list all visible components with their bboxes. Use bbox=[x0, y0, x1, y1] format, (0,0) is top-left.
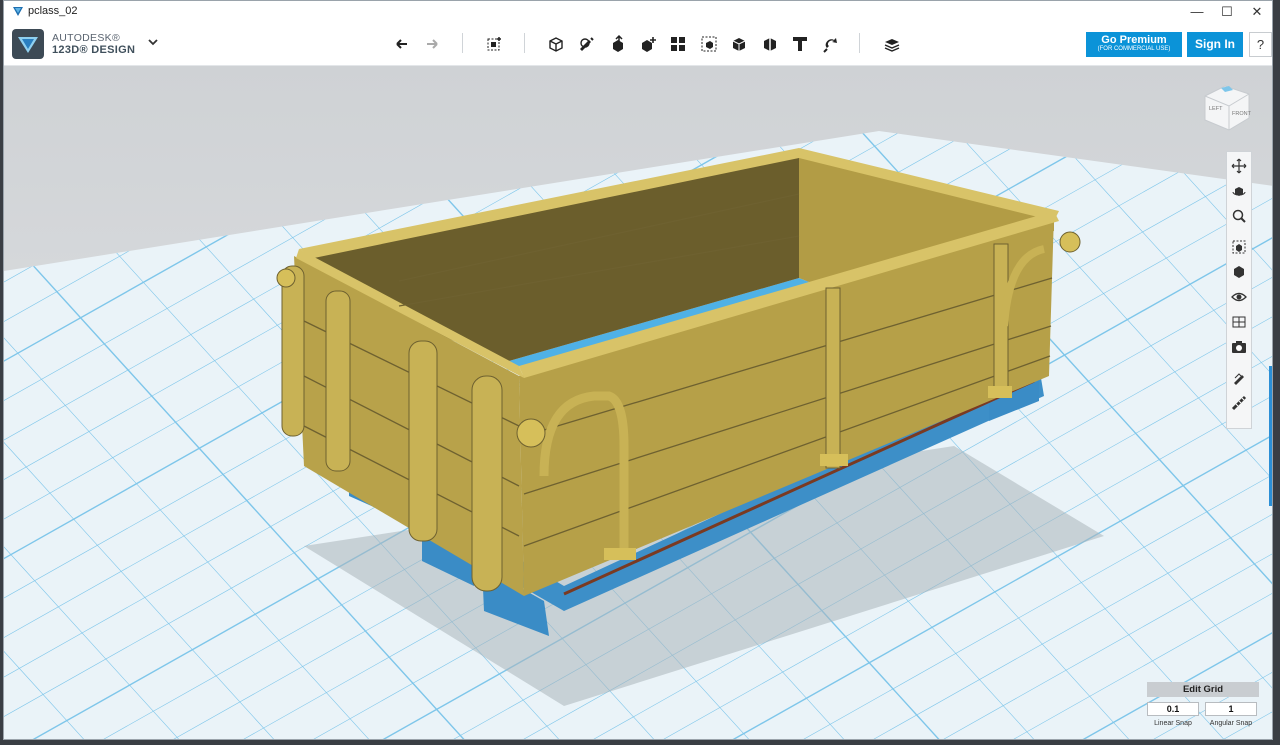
screenshot-button[interactable] bbox=[1230, 338, 1248, 356]
material-icon bbox=[884, 39, 900, 52]
brand-line-1: AUTODESK® bbox=[52, 32, 121, 44]
modify-icon bbox=[642, 37, 656, 52]
primitives-button[interactable] bbox=[544, 32, 568, 56]
undo-button[interactable] bbox=[390, 32, 414, 56]
sketch-button[interactable] bbox=[575, 32, 599, 56]
undo-icon bbox=[396, 39, 407, 49]
viewport-scrollbar[interactable] bbox=[1269, 366, 1272, 506]
linear-snap-label: Linear Snap bbox=[1154, 720, 1192, 727]
angular-snap-input[interactable]: 1 bbox=[1205, 702, 1257, 716]
main-toolbar: AUTODESK® 123D® DESIGN Go Premium (FOR C… bbox=[4, 23, 1272, 66]
fit-icon bbox=[1232, 240, 1246, 254]
grouping-icon bbox=[701, 36, 717, 52]
perspective-icon bbox=[1234, 266, 1244, 278]
transform-icon bbox=[487, 37, 501, 51]
pan-button[interactable] bbox=[1230, 157, 1248, 175]
sign-in-button[interactable]: Sign In bbox=[1187, 32, 1243, 57]
snap-button[interactable] bbox=[819, 32, 843, 56]
sketch-icon bbox=[580, 37, 594, 51]
toolbar-separator bbox=[524, 33, 525, 53]
title-bar: pclass_02 — ☐ ✕ bbox=[4, 1, 1272, 23]
camera-icon bbox=[1232, 341, 1246, 353]
app-icon bbox=[13, 7, 23, 16]
navigation-bar bbox=[1226, 151, 1252, 429]
transform-button[interactable] bbox=[482, 32, 506, 56]
primitives-icon bbox=[549, 37, 563, 52]
viewcube-front-label: FRONT bbox=[1232, 111, 1252, 117]
buffer-knob bbox=[516, 418, 546, 448]
edit-grid-button[interactable]: Edit Grid bbox=[1147, 682, 1259, 697]
brand-line-2: 123D® DESIGN bbox=[52, 44, 136, 56]
construct-button[interactable] bbox=[606, 32, 630, 56]
scene-canvas bbox=[4, 66, 1272, 739]
viewcube[interactable]: LEFT FRONT bbox=[1199, 78, 1255, 134]
viewcube-left-label: LEFT bbox=[1209, 106, 1223, 112]
zoom-icon bbox=[1232, 209, 1246, 223]
toolbar-separator bbox=[462, 33, 463, 53]
pan-icon bbox=[1231, 158, 1247, 174]
go-premium-button[interactable]: Go Premium (FOR COMMERCIAL USE) bbox=[1086, 32, 1182, 57]
help-button[interactable]: ? bbox=[1249, 32, 1272, 57]
buffer-knob bbox=[1059, 231, 1081, 253]
materials-button[interactable] bbox=[1230, 313, 1248, 331]
zoom-button[interactable] bbox=[1230, 207, 1248, 225]
minimize-button[interactable]: — bbox=[1182, 2, 1212, 22]
maximize-button[interactable]: ☐ bbox=[1212, 2, 1242, 22]
chevron-down-icon[interactable] bbox=[146, 35, 160, 49]
visibility-icon bbox=[1231, 292, 1247, 302]
combine-icon bbox=[732, 38, 746, 51]
buffer-knob bbox=[276, 268, 296, 288]
edit-grid-panel: Edit Grid 0.1 1 Linear Snap Angular Snap bbox=[1147, 682, 1259, 738]
go-premium-sublabel: (FOR COMMERCIAL USE) bbox=[1097, 46, 1171, 52]
redo-button[interactable] bbox=[420, 32, 444, 56]
measure-button[interactable] bbox=[758, 32, 782, 56]
angular-snap-label: Angular Snap bbox=[1209, 720, 1253, 727]
close-button[interactable]: ✕ bbox=[1242, 2, 1272, 22]
pattern-icon bbox=[671, 37, 685, 51]
autodesk-logo-icon bbox=[12, 29, 44, 59]
snap-tool-button[interactable] bbox=[1230, 369, 1248, 387]
visibility-button[interactable] bbox=[1230, 288, 1248, 306]
measure-icon bbox=[764, 38, 776, 51]
toolbar-separator bbox=[859, 33, 860, 53]
app-window: pclass_02 — ☐ ✕ AUTODESK® 123D® DESIGN G… bbox=[3, 0, 1273, 740]
hinge-clip bbox=[820, 454, 848, 466]
materials-icon bbox=[1232, 316, 1246, 328]
text-button[interactable] bbox=[788, 32, 812, 56]
ruler-icon bbox=[1231, 395, 1247, 411]
linear-snap-input[interactable]: 0.1 bbox=[1147, 702, 1199, 716]
go-premium-label: Go Premium bbox=[1101, 34, 1167, 46]
construct-icon bbox=[613, 34, 623, 52]
perspective-button[interactable] bbox=[1230, 263, 1248, 281]
window-title: pclass_02 bbox=[28, 5, 78, 17]
snap-tool-icon bbox=[1234, 373, 1244, 385]
pattern-button[interactable] bbox=[666, 32, 690, 56]
orbit-icon bbox=[1232, 187, 1246, 196]
fit-button[interactable] bbox=[1230, 238, 1248, 256]
hinge-clip bbox=[604, 548, 636, 560]
text-icon bbox=[793, 37, 807, 51]
grouping-button[interactable] bbox=[697, 32, 721, 56]
combine-button[interactable] bbox=[727, 32, 751, 56]
modify-button[interactable] bbox=[636, 32, 660, 56]
snap-icon bbox=[823, 38, 837, 53]
ruler-button[interactable] bbox=[1230, 394, 1248, 412]
3d-viewport[interactable]: LEFT FRONT Edit Grid 0.1 1 Linear Snap A… bbox=[4, 66, 1272, 739]
hinge-clip bbox=[988, 386, 1012, 398]
redo-icon bbox=[427, 39, 438, 49]
orbit-button[interactable] bbox=[1230, 182, 1248, 200]
material-button[interactable] bbox=[880, 32, 904, 56]
